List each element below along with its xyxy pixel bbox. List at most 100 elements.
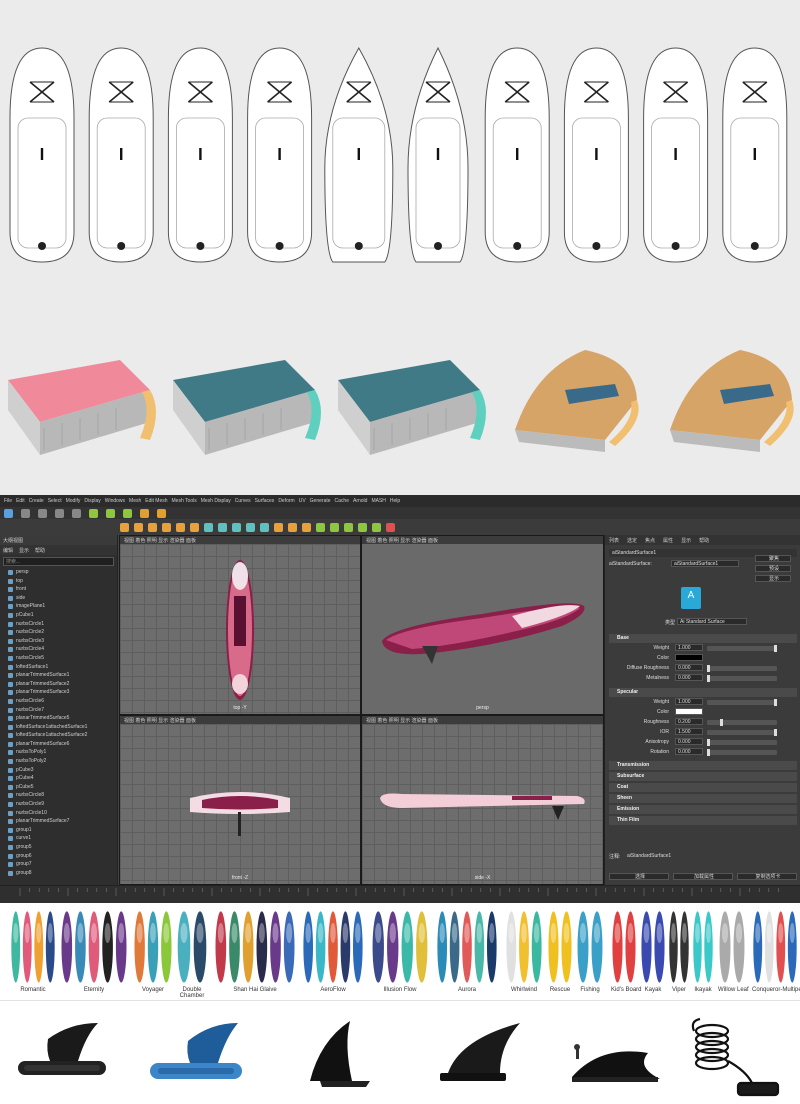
shelf-bridge-icon[interactable] (260, 522, 269, 532)
collapsed-section-header[interactable]: Thin Film (609, 816, 797, 825)
outliner-item[interactable]: nurbsCircle6 (0, 697, 117, 706)
specular-section-header[interactable]: Specular (609, 688, 797, 697)
menu-windows[interactable]: Windows (105, 498, 125, 504)
attribute-value-field[interactable]: 0.000 (675, 738, 703, 745)
outliner-item[interactable]: nurbsCircle3 (0, 637, 117, 646)
shelf-delete-history-icon[interactable] (386, 522, 395, 532)
outliner-item[interactable]: loftedSurface1 (0, 663, 117, 672)
menu-curves[interactable]: Curves (235, 498, 251, 504)
node-name-field[interactable]: aiStandardSurface1 (671, 560, 739, 567)
outliner-item[interactable]: top (0, 577, 117, 586)
outliner-item[interactable]: group8 (0, 869, 117, 878)
shelf-separate-icon[interactable] (218, 522, 227, 532)
menu-mesh-tools[interactable]: Mesh Tools (172, 498, 197, 504)
viewport-top[interactable]: 视图 着色 照明 显示 渲染器 面板 top -Y (119, 535, 361, 715)
attribute-value-field[interactable]: 1.000 (675, 698, 703, 705)
type-dropdown[interactable]: Ai Standard Surface (677, 618, 747, 625)
outliner-item[interactable]: pCube3 (0, 766, 117, 775)
presets-button[interactable]: 预设 (755, 565, 791, 572)
attribute-slider[interactable] (707, 729, 777, 736)
shelf-cone-icon[interactable] (162, 522, 171, 532)
attribute-editor-menu-item[interactable]: 焦点 (645, 537, 655, 544)
outliner-item[interactable]: group1 (0, 826, 117, 835)
outliner-item[interactable]: curve1 (0, 834, 117, 843)
collapsed-section-header[interactable]: Emission (609, 805, 797, 814)
menu-file[interactable]: File (4, 498, 12, 504)
outliner-item[interactable]: group5 (0, 843, 117, 852)
viewport-persp[interactable]: 视图 着色 照明 显示 渲染器 面板 persp (361, 535, 604, 715)
shelf-unfold-icon[interactable] (330, 522, 339, 532)
outliner-menu-help[interactable]: 帮助 (35, 547, 45, 554)
copy-tab-button[interactable]: 复制选项卡 (737, 873, 797, 880)
collapsed-section-header[interactable]: Coat (609, 783, 797, 792)
snap-curve-icon[interactable] (106, 508, 115, 518)
outliner-item[interactable]: nurbsToPoly1 (0, 748, 117, 757)
file-open-icon[interactable] (21, 508, 30, 518)
attribute-editor-menu-item[interactable]: 帮助 (699, 537, 709, 544)
file-save-icon[interactable] (38, 508, 47, 518)
attribute-slider[interactable] (707, 739, 777, 746)
attribute-slider[interactable] (707, 665, 777, 672)
shelf-torus-icon[interactable] (190, 522, 199, 532)
attribute-slider[interactable] (707, 719, 777, 726)
outliner-item[interactable]: planarTrimmedSurface6 (0, 740, 117, 749)
color-swatch[interactable] (675, 708, 703, 715)
menu-help[interactable]: Help (390, 498, 400, 504)
attribute-slider[interactable] (707, 699, 777, 706)
select-button[interactable]: 选择 (609, 873, 669, 880)
outliner-item[interactable]: pCube1 (0, 611, 117, 620)
viewport-front[interactable]: 视图 着色 照明 显示 渲染器 面板 front -Z (119, 715, 361, 885)
attribute-value-field[interactable]: 0.000 (675, 674, 703, 681)
outliner-item[interactable]: group6 (0, 852, 117, 861)
collapsed-section-header[interactable]: Subsurface (609, 772, 797, 781)
load-attributes-button[interactable]: 加载属性 (673, 873, 733, 880)
attribute-value-field[interactable]: 1.500 (675, 728, 703, 735)
time-slider[interactable] (0, 885, 800, 903)
color-swatch[interactable] (675, 654, 703, 661)
viewport-side[interactable]: 视图 着色 照明 显示 渲染器 面板 side -X (361, 715, 604, 885)
outliner-item[interactable]: nurbsToPoly2 (0, 757, 117, 766)
menu-create[interactable]: Create (29, 498, 44, 504)
shelf-target-weld-icon[interactable] (302, 522, 311, 532)
base-section-header[interactable]: Base (609, 634, 797, 643)
outliner-item[interactable]: pCube4 (0, 774, 117, 783)
outliner-item[interactable]: nurbsCircle1 (0, 620, 117, 629)
shelf-cube-icon[interactable] (134, 522, 143, 532)
outliner-item[interactable]: nurbsCircle7 (0, 706, 117, 715)
outliner-item[interactable]: planarTrimmedSurface2 (0, 680, 117, 689)
shelf-sphere-icon[interactable] (120, 522, 129, 532)
attribute-value-field[interactable]: 1.000 (675, 644, 703, 651)
attribute-value-field[interactable]: 0.000 (675, 664, 703, 671)
menu-uv[interactable]: UV (299, 498, 306, 504)
attribute-editor-menu-item[interactable]: 显示 (681, 537, 691, 544)
shelf-uv-icon[interactable] (316, 522, 325, 532)
outliner-item[interactable]: loftedSurface1attachedSurface2 (0, 731, 117, 740)
render-icon[interactable] (140, 508, 149, 518)
shelf-smooth-icon[interactable] (274, 522, 283, 532)
menu-mesh-display[interactable]: Mesh Display (201, 498, 231, 504)
shelf-plane-icon[interactable] (176, 522, 185, 532)
outliner-item[interactable]: planarTrimmedSurface3 (0, 688, 117, 697)
attribute-editor-menu-item[interactable]: 列表 (609, 537, 619, 544)
focus-button[interactable]: 聚焦 (755, 555, 791, 562)
attribute-editor-menu-item[interactable]: 属性 (663, 537, 673, 544)
outliner-item[interactable]: front (0, 585, 117, 594)
outliner-item[interactable]: nurbsCircle10 (0, 809, 117, 818)
outliner-menu-show[interactable]: 显示 (19, 547, 29, 554)
attribute-editor-menu-item[interactable]: 选定 (627, 537, 637, 544)
outliner-menu-edit[interactable]: 编辑 (3, 547, 13, 554)
menu-display[interactable]: Display (84, 498, 100, 504)
attribute-slider[interactable] (707, 749, 777, 756)
menu-modify[interactable]: Modify (66, 498, 81, 504)
attribute-slider[interactable] (707, 675, 777, 682)
outliner-item[interactable]: pCube5 (0, 783, 117, 792)
show-button[interactable]: 显示 (755, 575, 791, 582)
shelf-combine-icon[interactable] (204, 522, 213, 532)
collapsed-section-header[interactable]: Sheen (609, 794, 797, 803)
outliner-item[interactable]: persp (0, 568, 117, 577)
shelf-cut-icon[interactable] (358, 522, 367, 532)
outliner-item[interactable]: planarTrimmedSurface1 (0, 671, 117, 680)
menu-mash[interactable]: MASH (371, 498, 385, 504)
menu-edit-mesh[interactable]: Edit Mesh (145, 498, 167, 504)
menu-surfaces[interactable]: Surfaces (255, 498, 275, 504)
